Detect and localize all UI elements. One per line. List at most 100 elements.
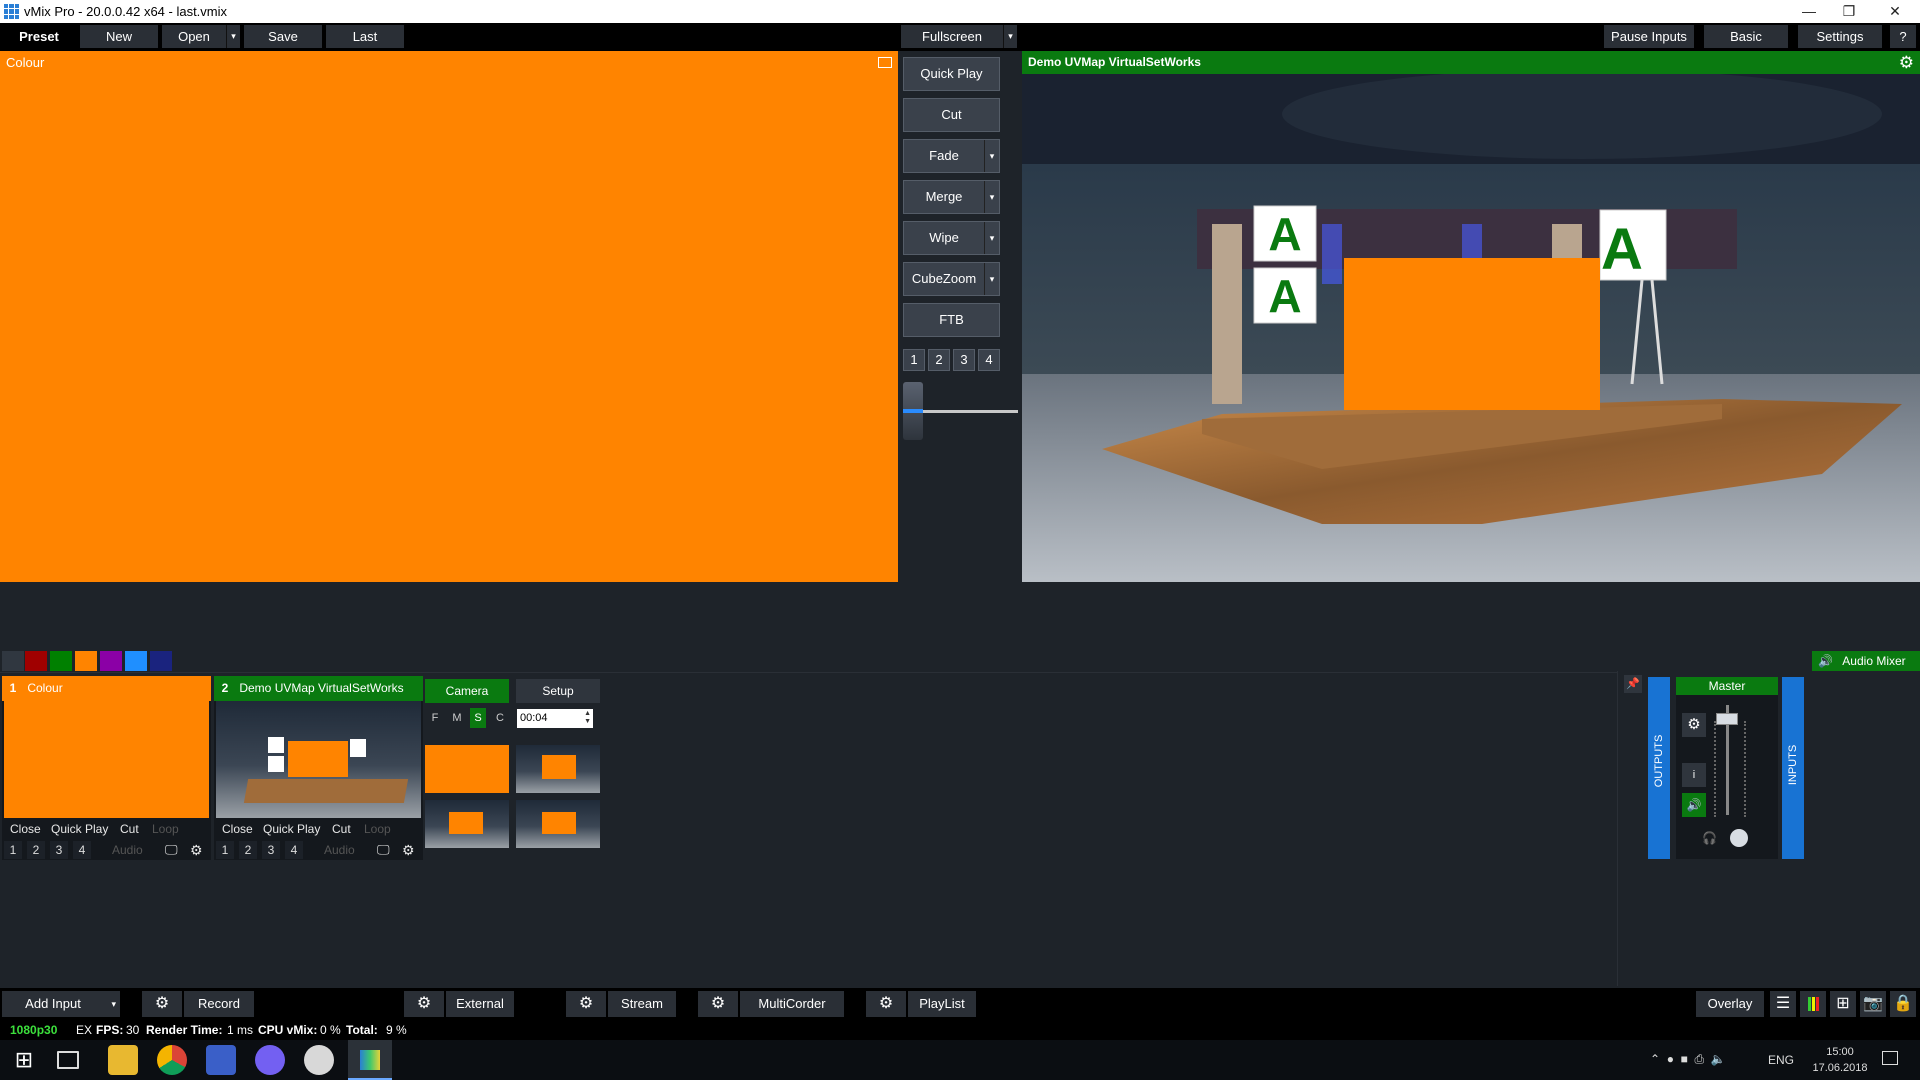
chevron-down-icon[interactable]: ▾ [984, 140, 999, 172]
camera-preset-thumb[interactable] [425, 800, 509, 848]
inputs-tab[interactable]: INPUTS [1782, 677, 1804, 859]
camera-preset-thumb[interactable] [516, 745, 600, 793]
save-app-icon[interactable] [206, 1045, 236, 1075]
headphones-icon[interactable]: 🎧 [1702, 831, 1717, 845]
quick-play-button[interactable]: Quick Play [51, 820, 108, 838]
audio-button[interactable]: Audio [112, 841, 143, 859]
tray-icons[interactable]: ⌃ ● ■ ⎙ 🔈 [1650, 1052, 1726, 1067]
overlay-4-button[interactable]: 4 [285, 841, 303, 859]
save-button[interactable]: Save [244, 25, 322, 48]
pin-icon[interactable]: 📌 [1624, 675, 1642, 693]
time-stepper[interactable]: 00:04 ▲ ▼ [517, 709, 593, 728]
color-swatch[interactable] [75, 651, 97, 671]
camera-button[interactable]: Camera [425, 679, 509, 703]
audio-mixer-toggle[interactable]: 🔊 Audio Mixer [1812, 651, 1920, 671]
multicorder-button[interactable]: MultiCorder [740, 991, 844, 1017]
transition-4-button[interactable]: 4 [978, 349, 1000, 371]
color-swatch[interactable] [150, 651, 172, 671]
overlay-1-button[interactable]: 1 [216, 841, 234, 859]
wipe-button[interactable]: Wipe ▾ [903, 221, 1000, 255]
overlay-3-button[interactable]: 3 [262, 841, 280, 859]
lock-icon[interactable]: 🔒 [1890, 991, 1916, 1017]
color-swatch[interactable] [100, 651, 122, 671]
language-indicator[interactable]: ENG [1768, 1053, 1794, 1067]
color-swatch[interactable] [125, 651, 147, 671]
external-button[interactable]: External [446, 991, 514, 1017]
overlay-1-button[interactable]: 1 [4, 841, 22, 859]
gear-icon[interactable]: ⚙ [402, 841, 415, 859]
camera-preset-thumb[interactable] [425, 745, 509, 793]
stream-button[interactable]: Stream [608, 991, 676, 1017]
last-button[interactable]: Last [326, 25, 404, 48]
chevron-down-icon[interactable]: ▾ [226, 25, 240, 48]
multicorder-gear-icon[interactable]: ⚙ [698, 991, 738, 1017]
record-gear-icon[interactable]: ⚙ [142, 991, 182, 1017]
info-button[interactable]: i [1682, 763, 1706, 787]
transition-3-button[interactable]: 3 [953, 349, 975, 371]
close-icon[interactable]: ✕ [1872, 0, 1918, 23]
chevron-down-icon[interactable]: ▾ [1003, 25, 1017, 48]
windows-start-icon[interactable]: ⊞ [9, 1045, 39, 1075]
overlay-4-button[interactable]: 4 [73, 841, 91, 859]
cut-button[interactable]: Cut [120, 820, 139, 838]
fade-button[interactable]: Fade ▾ [903, 139, 1000, 173]
chrome-icon[interactable] [157, 1045, 187, 1075]
volume-fader-handle[interactable] [1716, 713, 1738, 725]
loop-button[interactable]: Loop [152, 820, 179, 838]
stepper-arrows-icon[interactable]: ▲ ▼ [584, 710, 591, 726]
stream-gear-icon[interactable]: ⚙ [566, 991, 606, 1017]
window-restore-icon[interactable] [878, 57, 892, 68]
monitor-icon[interactable]: 🖵 [377, 841, 390, 859]
file-explorer-icon[interactable] [108, 1045, 138, 1075]
input-card[interactable]: 2 Demo UVMap VirtualSetWorks Close Quick… [214, 676, 423, 860]
outputs-tab[interactable]: OUTPUTS [1648, 677, 1670, 859]
notifications-icon[interactable] [1882, 1051, 1898, 1065]
overlay-2-button[interactable]: 2 [239, 841, 257, 859]
taskbar-clock[interactable]: 15:00 17.06.2018 [1808, 1044, 1872, 1076]
restore-icon[interactable]: ❐ [1826, 0, 1872, 23]
grid-icon[interactable]: ⊞ [1830, 991, 1856, 1017]
add-input-button[interactable]: Add Input ▾ [2, 991, 120, 1017]
task-view-icon[interactable] [57, 1051, 79, 1069]
settings-button[interactable]: Settings [1798, 25, 1882, 48]
help-button[interactable]: ? [1890, 25, 1916, 48]
input-header[interactable]: 2 Demo UVMap VirtualSetWorks [214, 676, 423, 701]
clock-app-icon[interactable] [304, 1045, 334, 1075]
mode-c-button[interactable]: C [492, 708, 508, 728]
close-button[interactable]: Close [222, 820, 253, 838]
chevron-down-icon[interactable]: ▾ [984, 263, 999, 295]
cut-button[interactable]: Cut [903, 98, 1000, 132]
playlist-gear-icon[interactable]: ⚙ [866, 991, 906, 1017]
cubezoom-button[interactable]: CubeZoom ▾ [903, 262, 1000, 296]
chevron-down-icon[interactable]: ▾ [984, 181, 999, 213]
basic-button[interactable]: Basic [1704, 25, 1788, 48]
input-thumbnail[interactable] [216, 701, 421, 818]
tbar-handle[interactable] [903, 382, 923, 440]
quick-play-button[interactable]: Quick Play [263, 820, 320, 838]
snapshot-icon[interactable]: 📷 [1860, 991, 1886, 1017]
record-button[interactable]: Record [184, 991, 254, 1017]
chevron-down-icon[interactable]: ▾ [111, 991, 116, 1017]
monitor-icon[interactable]: 🖵 [165, 841, 178, 859]
overlay-2-button[interactable]: 2 [27, 841, 45, 859]
vmix-taskbar-icon[interactable] [348, 1040, 392, 1080]
merge-button[interactable]: Merge ▾ [903, 180, 1000, 214]
loop-button[interactable]: Loop [364, 820, 391, 838]
fullscreen-button[interactable]: Fullscreen ▾ [901, 25, 1017, 48]
overlay-3-button[interactable]: 3 [50, 841, 68, 859]
playlist-button[interactable]: PlayList [908, 991, 976, 1017]
close-button[interactable]: Close [10, 820, 41, 838]
mode-f-button[interactable]: F [427, 708, 443, 728]
ftb-button[interactable]: FTB [903, 303, 1000, 337]
color-swatch[interactable] [25, 651, 47, 671]
level-meter-icon[interactable] [1800, 991, 1826, 1017]
chevron-down-icon[interactable]: ▾ [984, 222, 999, 254]
gear-icon[interactable]: ⚙ [1682, 713, 1706, 737]
cut-button[interactable]: Cut [332, 820, 351, 838]
balance-knob[interactable] [1730, 829, 1748, 847]
external-gear-icon[interactable]: ⚙ [404, 991, 444, 1017]
setup-button[interactable]: Setup [516, 679, 600, 703]
quick-play-button[interactable]: Quick Play [903, 57, 1000, 91]
color-swatch[interactable] [50, 651, 72, 671]
viber-icon[interactable] [255, 1045, 285, 1075]
